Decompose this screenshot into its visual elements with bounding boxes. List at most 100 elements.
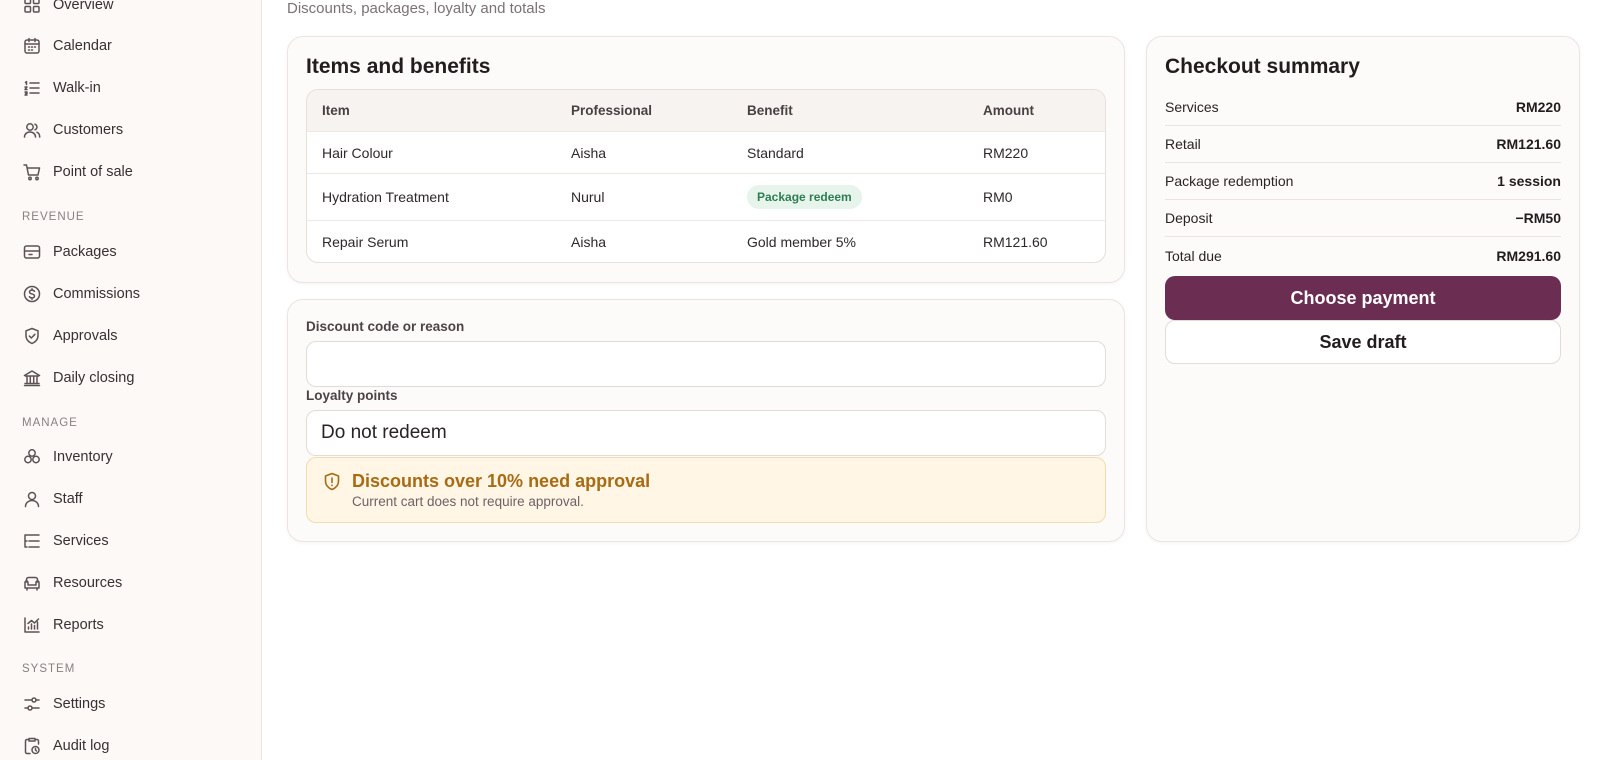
- table-header: Item Professional Benefit Amount: [307, 90, 1105, 131]
- sidebar-item-calendar[interactable]: Calendar: [22, 34, 112, 58]
- sidebar-item-label: Resources: [53, 575, 123, 591]
- sidebar-item-services[interactable]: Services: [22, 529, 109, 553]
- section-label-system: SYSTEM: [22, 663, 76, 675]
- summary-label: Deposit: [1165, 210, 1213, 226]
- package-redeem-badge: Package redeem: [747, 185, 862, 209]
- alert-text: Current cart does not require approval.: [352, 494, 584, 509]
- professional-name: Aisha: [571, 233, 607, 250]
- section-label-manage: MANAGE: [22, 417, 78, 429]
- summary-value: −RM50: [1515, 210, 1561, 226]
- sidebar-item-resources[interactable]: Resources: [22, 571, 122, 595]
- sidebar-item-approvals[interactable]: Approvals: [22, 324, 117, 348]
- summary-value: RM291.60: [1496, 247, 1561, 264]
- sidebar-item-walk-in[interactable]: Walk-in: [22, 76, 101, 100]
- table-row[interactable]: Hydration Treatment Nurul Package redeem…: [307, 173, 1105, 220]
- summary-row-deposit: Deposit −RM50: [1165, 200, 1561, 237]
- sidebar-item-packages[interactable]: Packages: [22, 240, 117, 264]
- save-draft-button[interactable]: Save draft: [1165, 320, 1561, 364]
- sidebar-item-label: Calendar: [53, 38, 112, 54]
- sidebar-item-label: Inventory: [53, 449, 113, 465]
- list-tree-icon: [24, 534, 40, 548]
- sidebar-item-label: Commissions: [53, 286, 141, 302]
- sidebar-item-staff[interactable]: Staff: [22, 487, 83, 511]
- column-header-item: Item: [322, 103, 350, 118]
- sliders-icon: [24, 697, 40, 711]
- shield-check-icon: [25, 327, 39, 345]
- sidebar-item-point-of-sale[interactable]: Point of sale: [22, 160, 133, 184]
- sidebar-item-audit-log[interactable]: Audit log: [22, 734, 109, 758]
- sidebar-item-label: Walk-in: [53, 80, 101, 96]
- discount-label: Discount code or reason: [306, 319, 465, 334]
- sofa-icon: [24, 576, 40, 591]
- summary-label: Retail: [1165, 136, 1201, 152]
- summary-label: Total due: [1165, 247, 1222, 264]
- sidebar-item-label: Packages: [53, 244, 117, 260]
- sidebar-item-label: Services: [53, 533, 109, 549]
- loyalty-label: Loyalty points: [306, 388, 398, 403]
- professional-name: Nurul: [571, 189, 605, 205]
- summary-label: Services: [1165, 99, 1219, 115]
- alert-title: Discounts over 10% need approval: [352, 471, 651, 491]
- sidebar-item-label: Audit log: [53, 738, 110, 754]
- dollar-circle-icon: [23, 285, 41, 303]
- summary-row-retail: Retail RM121.60: [1165, 126, 1561, 163]
- sidebar-item-daily-closing[interactable]: Daily closing: [22, 366, 134, 390]
- summary-row-services: Services RM220: [1165, 89, 1561, 126]
- sidebar-item-overview[interactable]: Overview: [22, 0, 113, 17]
- summary-title: Checkout summary: [1165, 55, 1360, 78]
- amount-value: RM121.60: [983, 233, 1048, 250]
- loyalty-select[interactable]: Do not redeem: [306, 410, 1106, 456]
- amount-value: RM220: [983, 144, 1029, 161]
- column-header-benefit: Benefit: [747, 103, 793, 118]
- summary-value: RM220: [1515, 99, 1561, 115]
- amount-value: RM0: [983, 189, 1013, 205]
- sidebar-item-label: Point of sale: [53, 164, 133, 180]
- discount-loyalty-card: Discount code or reason Loyalty points D…: [287, 299, 1125, 542]
- sidebar-item-reports[interactable]: Reports: [22, 613, 104, 637]
- column-header-amount: Amount: [983, 103, 1034, 118]
- benefit-text: Gold member 5%: [747, 233, 856, 250]
- boxes-icon: [24, 449, 40, 464]
- card-title: Items and benefits: [306, 55, 491, 78]
- page-subtitle: Discounts, packages, loyalty and totals: [287, 0, 546, 17]
- summary-row-package-redemption: Package redemption 1 session: [1165, 163, 1561, 200]
- approval-alert: Discounts over 10% need approval Current…: [306, 457, 1106, 523]
- cart-icon: [23, 164, 41, 181]
- table-row[interactable]: Hair Colour Aisha Standard RM220: [307, 131, 1105, 173]
- chart-icon: [24, 617, 40, 633]
- items-table: Item Professional Benefit Amount Hair Co…: [306, 89, 1106, 263]
- item-name: Hair Colour: [322, 144, 393, 161]
- discount-input[interactable]: [306, 341, 1106, 387]
- sidebar-item-customers[interactable]: Customers: [22, 118, 123, 142]
- user-icon: [24, 491, 40, 508]
- benefit-text: Standard: [747, 144, 804, 161]
- sidebar-item-commissions[interactable]: Commissions: [22, 282, 140, 306]
- summary-value: RM121.60: [1496, 136, 1561, 152]
- benefit-cell: Package redeem: [747, 185, 862, 209]
- shield-alert-icon: [324, 472, 340, 491]
- item-name: Repair Serum: [322, 233, 409, 250]
- package-icon: [23, 245, 41, 259]
- section-label-revenue: REVENUE: [22, 211, 85, 223]
- loyalty-selected-value: Do not redeem: [321, 422, 447, 443]
- choose-payment-button[interactable]: Choose payment: [1165, 276, 1561, 320]
- sidebar-item-label: Approvals: [53, 328, 118, 344]
- calendar-icon: [24, 37, 40, 54]
- items-benefits-card: Items and benefits Item Professional Ben…: [287, 36, 1125, 283]
- table-row[interactable]: Repair Serum Aisha Gold member 5% RM121.…: [307, 220, 1105, 262]
- clipboard-clock-icon: [24, 737, 40, 755]
- summary-value: 1 session: [1497, 173, 1561, 189]
- sidebar-item-label: Customers: [53, 122, 124, 138]
- sidebar-item-settings[interactable]: Settings: [22, 692, 105, 716]
- sidebar-item-inventory[interactable]: Inventory: [22, 445, 113, 469]
- checkout-summary-card: Checkout summary Services RM220 Retail R…: [1146, 36, 1580, 542]
- professional-name: Aisha: [571, 144, 607, 161]
- column-header-professional: Professional: [571, 103, 653, 118]
- sidebar-item-label: Daily closing: [53, 370, 135, 386]
- list-icon: [24, 80, 40, 96]
- summary-label: Package redemption: [1165, 173, 1294, 189]
- sidebar-item-label: Staff: [53, 491, 83, 507]
- sidebar-item-label: Reports: [53, 617, 104, 633]
- item-name: Hydration Treatment: [322, 189, 449, 205]
- sidebar: Overview Calendar Walk-in Customers Poin…: [0, 0, 262, 760]
